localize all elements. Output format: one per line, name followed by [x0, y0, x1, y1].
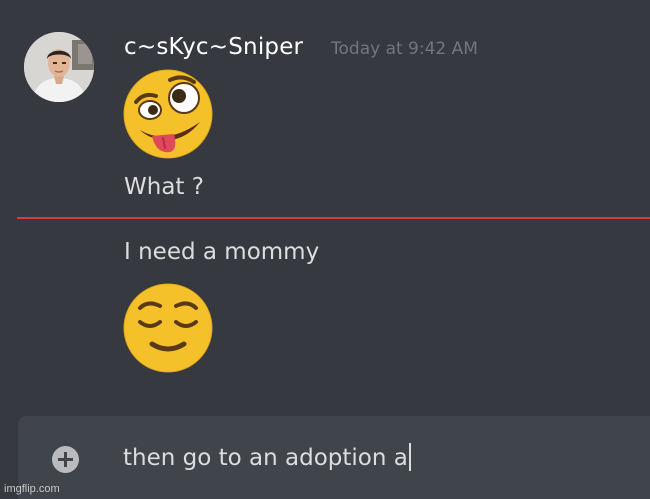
message-input[interactable]: then go to an adoption a: [123, 443, 411, 473]
plus-circle-icon[interactable]: [52, 446, 79, 473]
username[interactable]: c~sKyc~Sniper: [124, 32, 303, 62]
text-caret: [408, 443, 411, 471]
message-text: I need a mommy: [124, 239, 320, 265]
imgflip-watermark: imgflip.com: [4, 483, 60, 495]
message-input-value: then go to an adoption a: [123, 445, 408, 471]
new-messages-divider: [17, 217, 650, 219]
chat-view: c~sKyc~Sniper Today at 9:42 AM What ? I …: [0, 0, 650, 499]
avatar-photo: [24, 32, 94, 102]
message-text: What ?: [124, 174, 204, 200]
zany-face-emoji: [122, 68, 214, 160]
avatar[interactable]: [24, 32, 94, 102]
timestamp: Today at 9:42 AM: [331, 39, 478, 59]
relieved-face-emoji: [122, 282, 214, 374]
